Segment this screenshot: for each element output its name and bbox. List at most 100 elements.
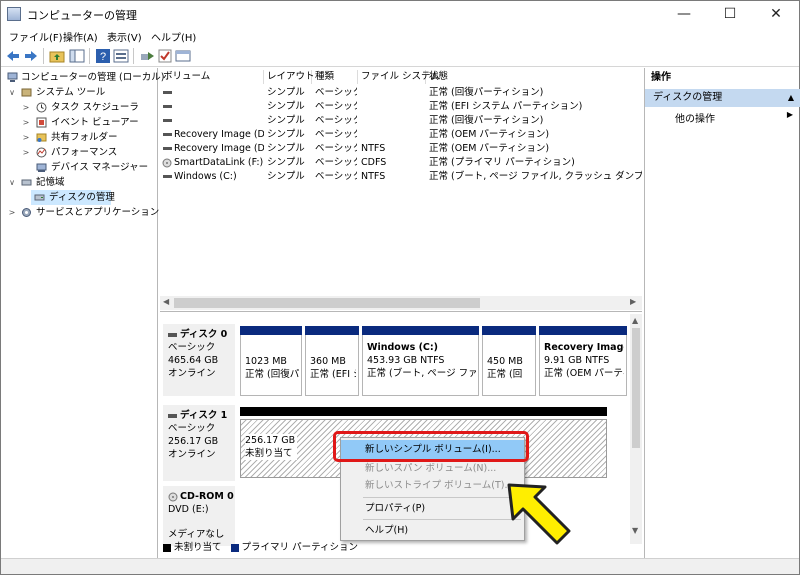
tree-item-services-applications[interactable]: > サービスとアプリケーション xyxy=(3,205,160,220)
tree-item-label: システム ツール xyxy=(36,87,106,98)
vertical-scrollbar[interactable]: ▲ ▼ xyxy=(630,314,642,544)
tree-item-task-scheduler[interactable]: > タスク スケジューラ xyxy=(3,100,155,115)
scroll-thumb[interactable] xyxy=(174,298,480,308)
volume-row[interactable]: シンプル ベーシック 正常 (回復パーティション) xyxy=(160,114,642,128)
checklist-icon[interactable] xyxy=(157,48,173,64)
volume-type: ベーシック xyxy=(315,129,357,140)
scroll-down-icon[interactable]: ▼ xyxy=(632,526,638,535)
cdrom-type: DVD (E:) xyxy=(168,504,209,515)
column-header-status[interactable]: 状態 xyxy=(426,70,642,84)
disk0-partition-recovery[interactable]: 1023 MB 正常 (回復パ xyxy=(240,326,302,396)
toolbar-separator xyxy=(133,48,134,64)
tree-item-storage[interactable]: ∨ 記憶域 xyxy=(3,175,155,190)
disk0-partition-oem[interactable]: Recovery Image (9.91 GB NTFS 正常 (OEM パーティ xyxy=(539,326,627,396)
volume-row[interactable]: Windows (C:) シンプル ベーシック NTFS 正常 (ブート, ペー… xyxy=(160,170,642,184)
actions-section-disk-management[interactable]: ディスクの管理 ▲ xyxy=(645,89,800,107)
actions-section-label: ディスクの管理 xyxy=(653,92,723,103)
disk1-label[interactable]: ディスク 1 ベーシック 256.17 GB オンライン xyxy=(163,405,235,481)
volume-icon xyxy=(163,91,172,94)
partition-title: Windows (C:) xyxy=(367,342,439,353)
expand-toggle-icon[interactable]: > xyxy=(21,115,31,130)
volume-status: 正常 (ブート, ページ ファイル, クラッシュ ダンプ, プライマリ パ xyxy=(429,171,642,182)
tree-item-computer-management[interactable]: コンピューターの管理 (ローカル) xyxy=(3,70,164,85)
folder-up-icon[interactable] xyxy=(49,48,65,64)
expand-toggle-icon[interactable]: ∨ xyxy=(7,175,17,190)
menu-action[interactable]: 操作(A) xyxy=(63,29,98,44)
tree-item-label: デバイス マネージャー xyxy=(51,162,149,173)
column-header-filesystem[interactable]: ファイル システム xyxy=(358,70,440,84)
volume-type: ベーシック xyxy=(315,101,357,112)
minimize-button[interactable]: — xyxy=(661,1,707,27)
legend-unallocated-swatch xyxy=(163,543,171,552)
expand-toggle-icon[interactable]: > xyxy=(7,205,17,220)
disk-icon xyxy=(168,332,177,337)
volume-name: Recovery Image (D:) xyxy=(174,129,264,140)
expand-toggle-icon[interactable]: > xyxy=(21,130,31,145)
menu-item-new-striped-volume[interactable]: 新しいストライプ ボリューム(T)... xyxy=(341,476,524,496)
volume-row[interactable]: Recovery Image (D:) シンプル ベーシック 正常 (OEM パ… xyxy=(160,128,642,142)
volume-type: ベーシック xyxy=(315,157,357,168)
actions-other-operations[interactable]: 他の操作 ▶ xyxy=(675,110,793,125)
disk1-name: ディスク 1 xyxy=(180,410,228,421)
menu-help[interactable]: ヘルプ(H) xyxy=(151,29,196,44)
disk0-label[interactable]: ディスク 0 ベーシック 465.64 GB オンライン xyxy=(163,324,235,396)
volume-row[interactable]: SmartDataLink (F:) シンプル ベーシック CDFS 正常 (プ… xyxy=(160,156,642,170)
scroll-left-icon[interactable]: ◀ xyxy=(163,297,169,306)
volume-row[interactable]: シンプル ベーシック 正常 (EFI システム パーティション) xyxy=(160,100,642,114)
properties-icon[interactable] xyxy=(113,48,129,64)
disk0-partition-recovery2[interactable]: 450 MB 正常 (回 xyxy=(482,326,536,396)
column-header-layout[interactable]: レイアウト xyxy=(264,70,315,84)
back-arrow-icon[interactable] xyxy=(5,48,21,64)
volume-status: 正常 (EFI システム パーティション) xyxy=(429,101,583,112)
export-icon[interactable] xyxy=(139,48,155,64)
expand-toggle-icon[interactable]: ∨ xyxy=(7,85,17,100)
volume-layout: シンプル xyxy=(267,87,305,98)
performance-icon xyxy=(36,147,47,158)
volume-fs: NTFS xyxy=(361,171,386,182)
maximize-button[interactable]: ☐ xyxy=(707,1,753,27)
menu-file[interactable]: ファイル(F) xyxy=(9,29,63,44)
window-icon[interactable] xyxy=(175,48,191,64)
close-button[interactable]: ✕ xyxy=(753,1,799,27)
scroll-thumb[interactable] xyxy=(632,328,640,448)
help-icon[interactable]: ? xyxy=(95,48,111,64)
volume-icon xyxy=(163,147,172,150)
menu-item-properties[interactable]: プロパティ(P) xyxy=(341,499,524,519)
device-manager-icon xyxy=(36,163,47,172)
partition-desc: 正常 (回 xyxy=(487,369,523,380)
console-tree-icon[interactable] xyxy=(69,48,85,64)
volume-type: ベーシック xyxy=(315,87,357,98)
menu-view[interactable]: 表示(V) xyxy=(107,29,142,44)
tree-item-event-viewer[interactable]: > イベント ビューアー xyxy=(3,115,155,130)
tree-item-disk-management[interactable]: ディスクの管理 xyxy=(31,190,115,205)
disk0-partition-efi[interactable]: 360 MB 正常 (EFI シ xyxy=(305,326,359,396)
disk0-partition-windows[interactable]: Windows (C:) 453.93 GB NTFS 正常 (ブート, ページ フ… xyxy=(362,326,479,396)
partition-bar xyxy=(539,326,627,335)
collapse-icon[interactable]: ▲ xyxy=(788,89,794,107)
menu-item-help[interactable]: ヘルプ(H) xyxy=(341,521,524,541)
horizontal-scrollbar[interactable]: ◀ ▶ xyxy=(160,296,642,310)
scroll-up-icon[interactable]: ▲ xyxy=(632,316,638,325)
partition-size: 1023 MB xyxy=(245,356,287,367)
actions-header: 操作 xyxy=(651,72,671,83)
expand-toggle-icon[interactable]: > xyxy=(21,100,31,115)
tree-item-device-manager[interactable]: デバイス マネージャー xyxy=(3,160,155,175)
column-header-type[interactable]: 種類 xyxy=(312,70,358,84)
tree-item-label: 記憶域 xyxy=(36,177,65,188)
disk0-size: 465.64 GB xyxy=(168,355,219,366)
volume-row[interactable]: Recovery Image (D:) シンプル ベーシック NTFS 正常 (… xyxy=(160,142,642,156)
forward-arrow-icon[interactable] xyxy=(23,48,39,64)
actions-pane: 操作 ディスクの管理 ▲ 他の操作 ▶ xyxy=(644,68,800,558)
scroll-right-icon[interactable]: ▶ xyxy=(630,297,636,306)
volume-row[interactable]: シンプル ベーシック 正常 (回復パーティション) xyxy=(160,86,642,100)
volume-layout: シンプル xyxy=(267,101,305,112)
tree-item-system-tools[interactable]: ∨ システム ツール xyxy=(3,85,155,100)
column-header-volume[interactable]: ボリューム xyxy=(160,70,264,84)
cdrom-label[interactable]: CD-ROM 0 DVD (E:) メディアなし xyxy=(163,486,235,546)
tree-item-performance[interactable]: > パフォーマンス xyxy=(3,145,155,160)
tree-item-shared-folders[interactable]: > 共有フォルダー xyxy=(3,130,155,145)
expand-toggle-icon[interactable]: > xyxy=(21,145,31,160)
volume-status: 正常 (プライマリ パーティション) xyxy=(429,157,575,168)
volume-status: 正常 (OEM パーティション) xyxy=(429,143,550,154)
disk0-name: ディスク 0 xyxy=(180,329,228,340)
